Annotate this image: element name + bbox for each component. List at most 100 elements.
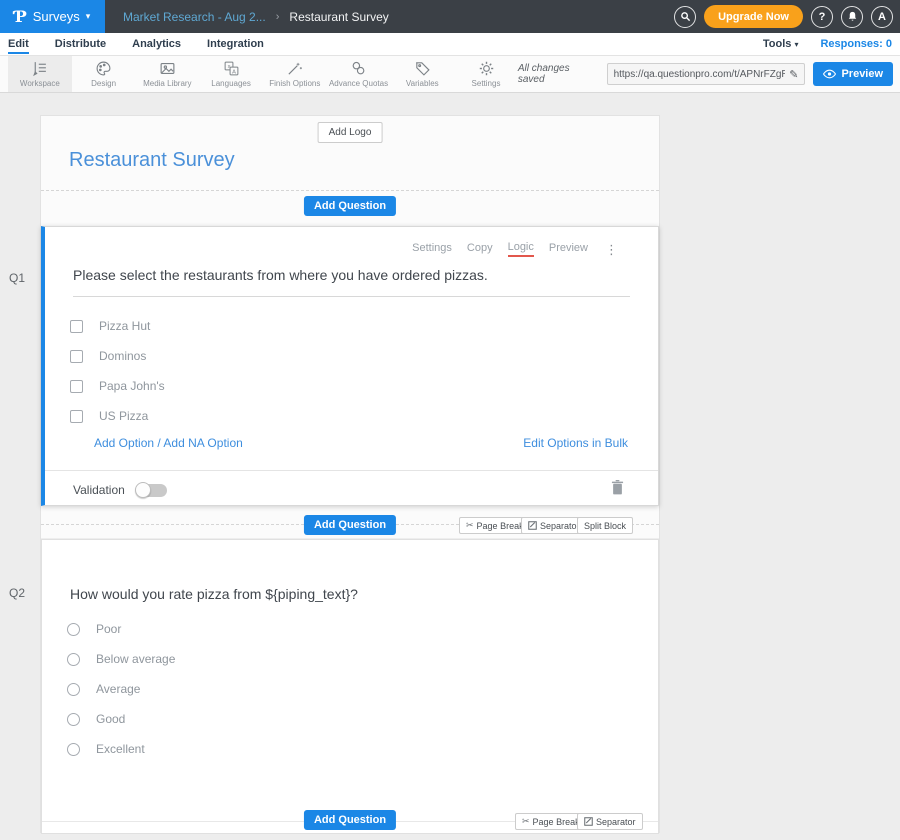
preview-button[interactable]: Preview [813,62,893,86]
question-preview-action[interactable]: Preview [549,242,588,256]
breadcrumb: Market Research - Aug 2... › Restaurant … [123,10,389,24]
toolbar-item-finish-options[interactable]: Finish Options [263,56,327,92]
toolbar-item-design[interactable]: Design [72,56,136,92]
survey-nav: Edit Distribute Analytics Integration To… [0,33,900,56]
edit-options-in-bulk-link[interactable]: Edit Options in Bulk [523,436,628,450]
upgrade-now-button[interactable]: Upgrade Now [704,5,803,28]
question-logic-action[interactable]: Logic [508,241,534,257]
question-card-q2[interactable]: How would you rate pizza from ${piping_t… [41,539,659,834]
toolbar-item-label: Media Library [143,79,191,88]
toolbar-item-advance-quotas[interactable]: Advance Quotas [327,56,391,92]
breadcrumb-folder[interactable]: Market Research - Aug 2... [123,10,266,24]
tools-dropdown[interactable]: Tools ▾ [763,38,799,50]
toolbar-item-label: Finish Options [269,79,320,88]
top-bar: Ƥ Surveys ▾ Market Research - Aug 2... ›… [0,0,900,33]
toolbar-item-languages[interactable]: Ax Languages [199,56,263,92]
tab-analytics[interactable]: Analytics [132,35,181,54]
add-question-button[interactable]: Add Question [304,515,396,535]
validation-label: Validation [73,483,125,497]
option-label[interactable]: Excellent [96,742,145,756]
checkbox-icon[interactable] [70,380,83,393]
trash-icon [611,480,624,495]
edit-url-pencil-icon[interactable]: ✎ [789,68,798,81]
toolbar-item-media-library[interactable]: Media Library [135,56,199,92]
help-button[interactable]: ? [811,6,833,28]
avatar[interactable]: A [871,6,893,28]
survey-header: Add Logo Restaurant Survey [41,116,659,191]
survey-title[interactable]: Restaurant Survey [69,149,235,172]
add-logo-button[interactable]: Add Logo [318,122,383,143]
validation-toggle[interactable] [137,484,167,497]
page-break-button[interactable]: ✂ Page Break [515,813,587,830]
option-row: Poor [42,614,658,644]
radio-icon[interactable] [67,713,80,726]
checkbox-icon[interactable] [70,350,83,363]
image-icon [159,60,176,77]
toolbar-item-settings[interactable]: Settings [454,56,518,92]
checkbox-icon[interactable] [70,320,83,333]
question-code-q2: Q2 [9,586,25,600]
add-question-button[interactable]: Add Question [304,810,396,830]
question-card-q1[interactable]: Settings Copy Logic Preview ⋮ Please sel… [41,226,659,506]
gear-icon [478,60,495,77]
search-icon [680,11,691,22]
toolbar-item-label: Design [91,79,116,88]
add-question-button[interactable]: Add Question [304,196,396,216]
product-menu-label: Surveys [33,9,80,24]
kebab-menu-icon[interactable]: ⋮ [605,243,618,256]
option-label[interactable]: Good [96,712,125,726]
checkbox-icon[interactable] [70,410,83,423]
tab-integration[interactable]: Integration [207,35,264,54]
chain-links-icon [350,60,367,77]
scissors-icon: ✂ [522,816,530,827]
toggle-knob [135,482,151,498]
question-actions: Settings Copy Logic Preview ⋮ [412,241,618,257]
radio-icon[interactable] [67,743,80,756]
questionpro-app: Ƥ Surveys ▾ Market Research - Aug 2... ›… [0,0,900,840]
separator-icon [584,817,593,826]
page-break-button[interactable]: ✂ Page Break [459,517,531,534]
option-label[interactable]: US Pizza [99,409,148,423]
separator-button[interactable]: Separator [577,813,643,830]
toolbar-item-variables[interactable]: Variables [390,56,454,92]
split-block-button[interactable]: Split Block [577,517,633,534]
notifications-button[interactable] [841,6,863,28]
toolbar-item-label: Advance Quotas [329,79,388,88]
radio-icon[interactable] [67,683,80,696]
option-label[interactable]: Below average [96,652,175,666]
question-settings-action[interactable]: Settings [412,242,452,256]
answer-options: Pizza Hut Dominos Papa John's US Pizza [45,311,658,431]
add-na-option-link[interactable]: Add NA Option [163,436,242,450]
edit-toolbar: Workspace Design Media Library Ax Langua… [0,56,900,93]
delete-question-button[interactable] [611,480,624,500]
option-label[interactable]: Dominos [99,349,146,363]
toolbar-item-workspace[interactable]: Workspace [8,56,72,92]
eye-icon [823,69,836,79]
option-label[interactable]: Average [96,682,140,696]
tab-edit[interactable]: Edit [8,35,29,54]
option-label[interactable]: Pizza Hut [99,319,150,333]
add-option-link[interactable]: Add Option [94,436,154,450]
responses-count[interactable]: Responses: 0 [820,38,892,50]
add-question-row-middle: Add Question ✂ Page Break Separator Spli… [41,506,659,539]
nav-tabs: Edit Distribute Analytics Integration [8,35,264,54]
survey-url-input[interactable] [614,69,786,80]
question-copy-action[interactable]: Copy [467,242,493,256]
questionpro-logo-icon: Ƥ [15,7,27,26]
toolbar-right: All changes saved ✎ Preview [518,62,900,86]
radio-icon[interactable] [67,653,80,666]
option-label[interactable]: Poor [96,622,121,636]
option-label[interactable]: Papa John's [99,379,165,393]
radio-icon[interactable] [67,623,80,636]
product-switcher[interactable]: Ƥ Surveys ▾ [0,0,105,33]
topbar-actions: Upgrade Now ? A [674,5,900,28]
toolbar-item-label: Variables [406,79,439,88]
translate-icon: Ax [223,60,240,77]
question-text[interactable]: Please select the restaurants from where… [73,267,630,297]
search-button[interactable] [674,6,696,28]
option-row: Pizza Hut [45,311,658,341]
question-text[interactable]: How would you rate pizza from ${piping_t… [70,586,630,602]
tab-distribute[interactable]: Distribute [55,35,106,54]
magic-wand-icon [286,60,303,77]
add-question-row-top: Add Question [41,191,659,226]
